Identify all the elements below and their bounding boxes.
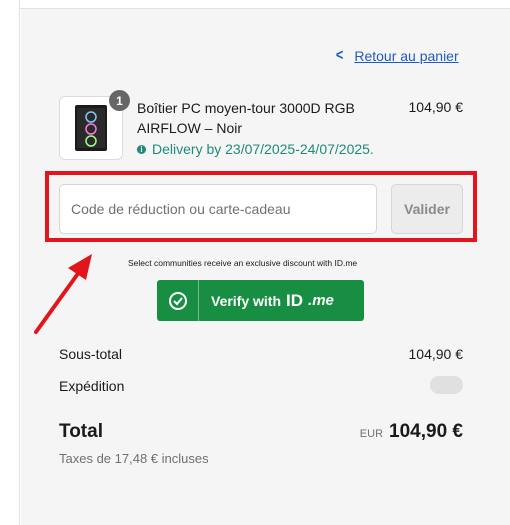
total-label: Total <box>59 421 103 442</box>
verify-idme-button[interactable]: Verify with ID .me <box>157 280 364 321</box>
shipping-label: Expédition <box>59 378 125 394</box>
idme-logo-me: .me <box>308 292 334 309</box>
left-panel-edge <box>0 0 20 525</box>
product-price: 104,90 € <box>408 99 464 115</box>
annotation-arrow <box>34 254 92 334</box>
back-to-cart-link[interactable]: < Retour au panier <box>335 47 459 65</box>
delivery-text: Delivery by 23/07/2025-24/07/2025. <box>152 141 374 157</box>
delivery-info: i Delivery by 23/07/2025-24/07/2025. <box>137 141 374 157</box>
pc-case-image <box>75 105 107 151</box>
subtotal-value: 104,90 € <box>408 346 464 362</box>
quantity-badge: 1 <box>109 90 130 111</box>
verify-label: Verify with <box>211 292 282 309</box>
check-circle-icon <box>157 280 199 321</box>
chevron-left-icon: < <box>335 47 344 64</box>
validate-button[interactable]: Valider <box>391 184 463 234</box>
idme-note: Select communities receive an exclusive … <box>128 258 358 268</box>
subtotal-label: Sous-total <box>59 346 123 362</box>
currency-code: EUR <box>359 428 384 440</box>
shipping-value-placeholder <box>430 376 463 394</box>
info-icon: i <box>137 144 146 154</box>
total-value: 104,90 € <box>389 421 463 442</box>
idme-logo-id: ID <box>286 290 304 310</box>
tax-note: Taxes de 17,48 € incluses <box>59 451 209 466</box>
back-to-cart-label: Retour au panier <box>354 48 459 64</box>
total-amount: EUR 104,90 € <box>360 421 463 443</box>
product-name: Boîtier PC moyen-tour 3000D RGB AIRFLOW … <box>137 100 355 136</box>
discount-code-input[interactable]: Code de réduction ou carte-cadeau <box>59 184 377 234</box>
